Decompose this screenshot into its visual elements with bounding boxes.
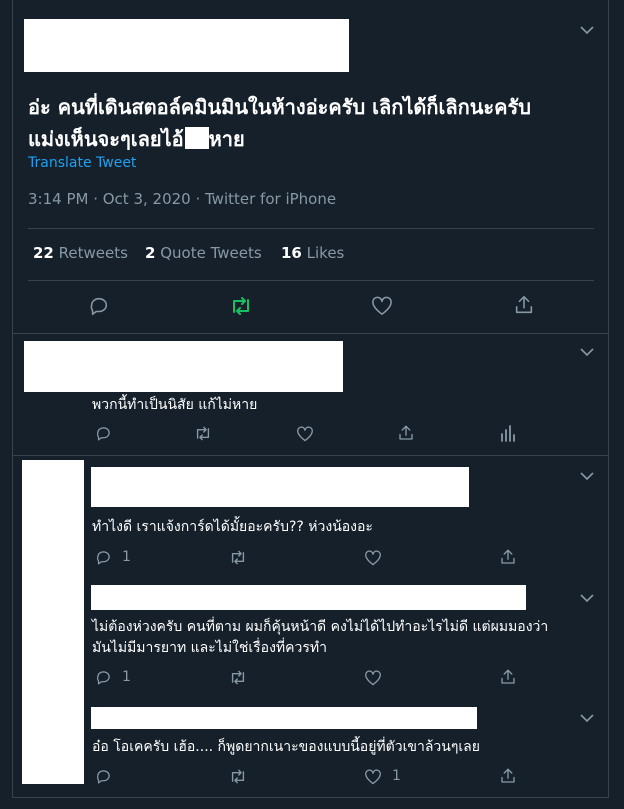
quote-count: 2: [145, 244, 156, 262]
reply-text: พวกนี้ทำเป็นนิสัย แก้ไม่หาย: [92, 397, 258, 413]
share-icon[interactable]: [513, 294, 535, 316]
redacted-word: [184, 127, 209, 149]
tweet-text-part: แม่งเห็นจะๆเลยไอ้: [28, 127, 184, 151]
reply-count: 1: [122, 549, 131, 565]
likes-count: 16: [281, 244, 302, 262]
divider: [28, 280, 594, 281]
likes-label: Likes: [306, 244, 345, 262]
retweets-stat[interactable]: 22 Retweets: [33, 244, 128, 262]
likes-stat[interactable]: 16 Likes: [281, 244, 344, 262]
reply-icon[interactable]: [88, 295, 110, 317]
redacted-author: [91, 707, 477, 729]
like-icon[interactable]: [364, 670, 382, 686]
share-icon[interactable]: [499, 767, 517, 785]
like-icon[interactable]: [371, 296, 393, 316]
retweet-icon[interactable]: [228, 549, 248, 566]
redacted-avatar-column: [22, 460, 84, 784]
translate-link[interactable]: Translate Tweet: [28, 155, 136, 171]
retweet-icon[interactable]: [193, 425, 213, 442]
chevron-down-icon[interactable]: [579, 592, 595, 604]
share-icon[interactable]: [397, 424, 415, 442]
tweet-text-part: หาย: [208, 127, 245, 151]
quote-tweets-stat[interactable]: 2 Quote Tweets: [145, 244, 262, 262]
redacted-author: [24, 19, 349, 72]
reply-text-line2: มันไม่มีมารยาท และไม่ใช่เรื่องที่ควรทำ: [92, 640, 327, 656]
retweet-icon[interactable]: [228, 669, 248, 686]
reply-icon[interactable]: [95, 549, 112, 566]
reply-icon[interactable]: [95, 768, 112, 785]
tweet-text-line2: แม่งเห็นจะๆเลยไอ้ หาย: [28, 123, 245, 155]
like-count: 1: [392, 768, 401, 784]
tweet-meta: 3:14 PM · Oct 3, 2020 · Twitter for iPho…: [28, 190, 337, 208]
retweets-count: 22: [33, 244, 54, 262]
reply-text-line1: ไม่ต้องห่วงครับ คนที่ตาม ผมก็คุ้นหน้าดี …: [92, 619, 549, 635]
share-icon[interactable]: [499, 548, 517, 566]
redacted-author: [91, 585, 526, 610]
share-icon[interactable]: [499, 668, 517, 686]
chevron-down-icon[interactable]: [579, 24, 595, 36]
reply-icon[interactable]: [95, 669, 112, 686]
retweet-icon[interactable]: [228, 768, 248, 785]
divider: [28, 228, 594, 229]
quote-label: Quote Tweets: [160, 244, 262, 262]
redacted-author: [91, 467, 469, 507]
reply-count: 1: [122, 669, 131, 685]
divider: [12, 797, 609, 798]
like-icon[interactable]: [364, 550, 382, 566]
retweet-icon[interactable]: [229, 295, 253, 317]
reply-text: อ๋อ โอเคครับ เฮ้อ.... ก็พูดยากเนาะของแบบ…: [92, 739, 480, 755]
reply-icon[interactable]: [95, 425, 112, 442]
like-icon[interactable]: [364, 769, 382, 785]
chevron-down-icon[interactable]: [579, 712, 595, 724]
chevron-down-icon[interactable]: [579, 346, 595, 358]
like-icon[interactable]: [296, 426, 314, 442]
reply-text: ทำไงดี เราแจ้งการ์ดได้มั้ยอะครับ?? ห่วงน…: [92, 519, 373, 535]
chevron-down-icon[interactable]: [579, 470, 595, 482]
tweet-text-line1: อ่ะ คนที่เดินสตอล์คมินมินในห้างอ่ะครับ เ…: [28, 95, 531, 119]
redacted-author: [24, 341, 343, 392]
retweets-label: Retweets: [58, 244, 128, 262]
analytics-icon[interactable]: [500, 425, 516, 442]
